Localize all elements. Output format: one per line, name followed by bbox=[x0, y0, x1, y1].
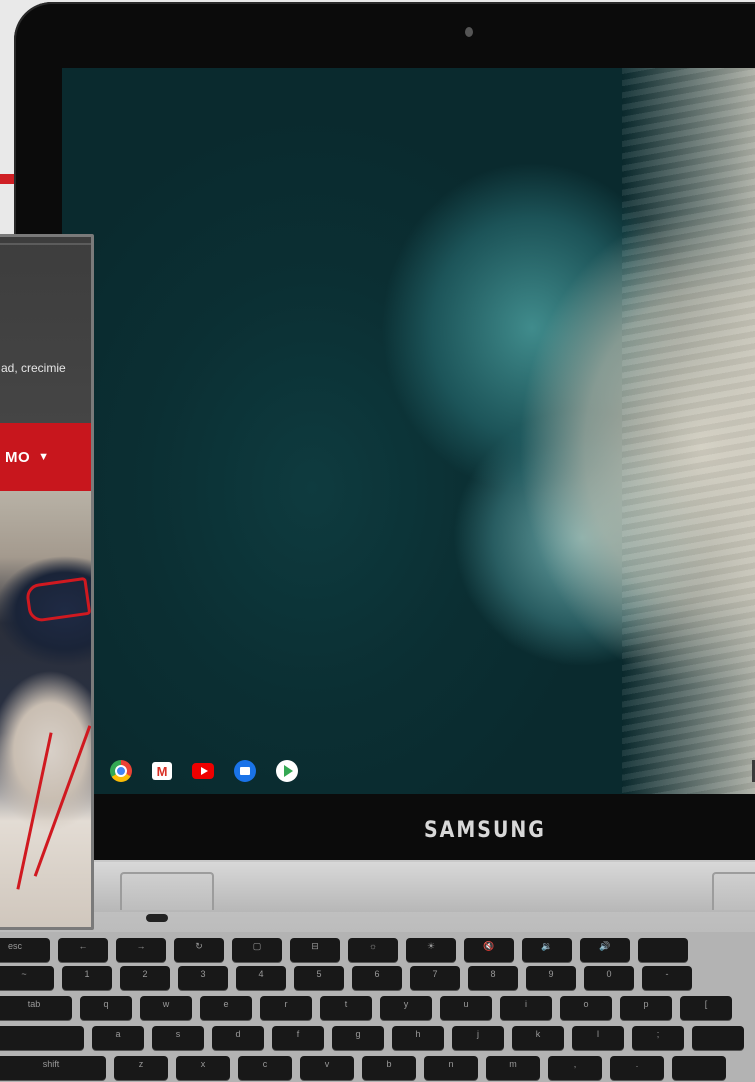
keyboard-key[interactable]: h bbox=[392, 1026, 444, 1050]
keyboard-key[interactable]: g bbox=[332, 1026, 384, 1050]
keyboard-key[interactable]: k bbox=[512, 1026, 564, 1050]
keyboard-key[interactable]: 🔇 bbox=[464, 938, 514, 962]
keyboard-row-function: esc ← → ↻ ▢ ⊟ ☼ ☀ 🔇 🔉 🔊 bbox=[0, 938, 688, 962]
keyboard-row-qwerty: tab q w e r t y u i o p [ bbox=[0, 996, 732, 1020]
keyboard-key[interactable]: v bbox=[300, 1056, 354, 1080]
website-header: ad, crecimie bbox=[0, 237, 91, 423]
keyboard-key[interactable]: ⊟ bbox=[290, 938, 340, 962]
keyboard-key[interactable]: b bbox=[362, 1056, 416, 1080]
keyboard-key[interactable]: n bbox=[424, 1056, 478, 1080]
keyboard-key[interactable]: z bbox=[114, 1056, 168, 1080]
keyboard-key[interactable] bbox=[692, 1026, 744, 1050]
keyboard-key[interactable]: tab bbox=[0, 996, 72, 1020]
keyboard-key[interactable]: t bbox=[320, 996, 372, 1020]
keyboard-key[interactable]: y bbox=[380, 996, 432, 1020]
keyboard-key[interactable]: a bbox=[92, 1026, 144, 1050]
cap-logo bbox=[24, 576, 91, 624]
chevron-down-icon[interactable]: ▼ bbox=[38, 451, 49, 463]
keyboard-key[interactable]: , bbox=[548, 1056, 602, 1080]
keyboard-key[interactable]: 2 bbox=[120, 966, 170, 990]
keyboard-key[interactable]: s bbox=[152, 1026, 204, 1050]
keyboard-key[interactable]: 🔊 bbox=[580, 938, 630, 962]
keyboard-key[interactable]: l bbox=[572, 1026, 624, 1050]
gmail-icon[interactable]: M bbox=[152, 762, 172, 780]
keyboard-key[interactable]: esc bbox=[0, 938, 50, 962]
keyboard-key[interactable]: d bbox=[212, 1026, 264, 1050]
keyboard-key[interactable]: - bbox=[642, 966, 692, 990]
keyboard-key[interactable]: → bbox=[116, 938, 166, 962]
keyboard-key[interactable]: 1 bbox=[62, 966, 112, 990]
keyboard-key[interactable]: ~ bbox=[0, 966, 54, 990]
keyboard-key[interactable]: e bbox=[200, 996, 252, 1020]
keyboard-key[interactable]: i bbox=[500, 996, 552, 1020]
hinge-left bbox=[120, 872, 214, 910]
hinge-right bbox=[712, 872, 755, 910]
keyboard-key[interactable] bbox=[638, 938, 688, 962]
website-preview-panel: ad, crecimie MO ▼ bbox=[0, 234, 94, 930]
keyboard-key[interactable]: 8 bbox=[468, 966, 518, 990]
keyboard-key[interactable]: o bbox=[560, 996, 612, 1020]
baseball-player-photo bbox=[0, 491, 91, 927]
hinge-notch bbox=[146, 914, 168, 922]
wallpaper-shoreline bbox=[622, 68, 755, 794]
uniform-stripe bbox=[33, 725, 91, 877]
keyboard-key[interactable] bbox=[0, 1026, 84, 1050]
brand-logo: SAMSUNG bbox=[424, 817, 546, 843]
keyboard-key[interactable]: ← bbox=[58, 938, 108, 962]
keyboard-key[interactable]: r bbox=[260, 996, 312, 1020]
keyboard-key[interactable]: 9 bbox=[526, 966, 576, 990]
keyboard-key[interactable]: . bbox=[610, 1056, 664, 1080]
keyboard-key[interactable]: shift bbox=[0, 1056, 106, 1080]
keyboard-key[interactable]: [ bbox=[680, 996, 732, 1020]
keyboard-key[interactable]: j bbox=[452, 1026, 504, 1050]
uniform-stripe bbox=[16, 732, 53, 890]
play-store-icon[interactable] bbox=[276, 760, 298, 782]
keyboard-key[interactable]: p bbox=[620, 996, 672, 1020]
keyboard-key[interactable]: w bbox=[140, 996, 192, 1020]
keyboard-key[interactable]: ↻ bbox=[174, 938, 224, 962]
website-description: ad, crecimie bbox=[1, 361, 66, 375]
keyboard-key[interactable]: ☀ bbox=[406, 938, 456, 962]
keyboard-key[interactable]: ▢ bbox=[232, 938, 282, 962]
keyboard-key[interactable]: 🔉 bbox=[522, 938, 572, 962]
keyboard-key[interactable]: ; bbox=[632, 1026, 684, 1050]
keyboard-row-home: a s d f g h j k l; bbox=[0, 1026, 744, 1050]
youtube-icon[interactable] bbox=[192, 763, 214, 779]
keyboard-key[interactable]: 4 bbox=[236, 966, 286, 990]
webcam bbox=[465, 27, 473, 37]
gmail-glyph: M bbox=[156, 763, 168, 779]
keyboard-key[interactable]: 5 bbox=[294, 966, 344, 990]
keyboard-row-numbers: ~1 2 3 4 5 6 7 8 9 0- bbox=[0, 966, 692, 990]
hinge-bar bbox=[0, 862, 755, 912]
keyboard-key[interactable]: m bbox=[486, 1056, 540, 1080]
keyboard-key[interactable]: 6 bbox=[352, 966, 402, 990]
keyboard-key[interactable]: q bbox=[80, 996, 132, 1020]
chrome-icon[interactable] bbox=[110, 760, 132, 782]
keyboard: esc ← → ↻ ▢ ⊟ ☼ ☀ 🔇 🔉 🔊 ~1 2 3 4 5 6 7 8 9 0- tab q w e r t y u i o p… bbox=[0, 932, 755, 1082]
chromeos-shelf: M bbox=[110, 760, 298, 782]
keyboard-key[interactable]: f bbox=[272, 1026, 324, 1050]
keyboard-key[interactable]: 7 bbox=[410, 966, 460, 990]
keyboard-key[interactable]: x bbox=[176, 1056, 230, 1080]
keyboard-key[interactable]: u bbox=[440, 996, 492, 1020]
files-icon[interactable] bbox=[234, 760, 256, 782]
keyboard-key[interactable]: c bbox=[238, 1056, 292, 1080]
keyboard-key[interactable]: ☼ bbox=[348, 938, 398, 962]
keyboard-key[interactable]: 3 bbox=[178, 966, 228, 990]
header-divider bbox=[0, 243, 91, 245]
keyboard-key[interactable]: 0 bbox=[584, 966, 634, 990]
nav-menu-label[interactable]: MO bbox=[5, 449, 30, 466]
keyboard-key[interactable] bbox=[672, 1056, 726, 1080]
chromebook-screen bbox=[62, 68, 755, 794]
laptop-lid: M ✎ SAMSUNG bbox=[14, 2, 755, 862]
keyboard-row-shift: shift z x c v b n m,. bbox=[0, 1056, 726, 1080]
website-nav-bar[interactable]: MO ▼ bbox=[0, 423, 91, 491]
